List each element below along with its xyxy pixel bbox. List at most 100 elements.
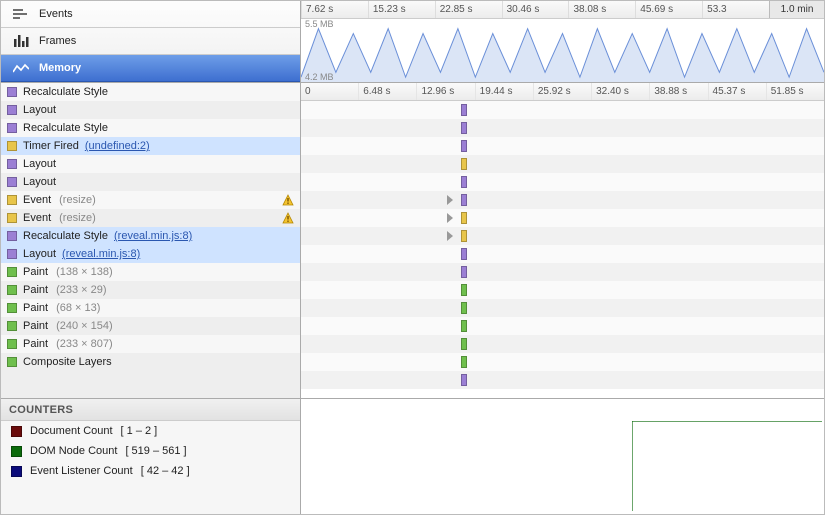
record-row[interactable]: Recalculate Style (reveal.min.js:8) [1,227,300,245]
counter-event-listeners[interactable]: Event Listener Count [ 42 – 42 ] [1,461,300,481]
record-swatch-icon [7,105,17,115]
counter-range: [ 42 – 42 ] [141,465,190,477]
record-row[interactable]: Event (resize) [1,209,300,227]
warning-icon [282,194,294,206]
record-label: Layout [23,248,56,260]
ov-tick: 22.85 s [435,1,502,18]
timeline-marker[interactable] [461,266,467,278]
nav-memory[interactable]: Memory [1,55,300,82]
tl-tick: 0 [301,83,358,100]
record-source-link[interactable]: (undefined:2) [85,140,150,152]
timeline-marker[interactable] [461,338,467,350]
record-label: Paint [23,338,48,350]
record-row[interactable]: Layout [1,155,300,173]
record-label: Paint [23,302,48,314]
ov-tick: 30.46 s [502,1,569,18]
memory-icon [13,62,29,74]
record-label: Paint [23,320,48,332]
nav-frames[interactable]: Frames [1,28,300,55]
bottom-pane: COUNTERS Document Count [ 1 – 2 ] DOM No… [1,399,824,514]
graph-line-icon [632,421,822,511]
counters-graph [301,399,824,514]
nav-events[interactable]: Events [1,1,300,28]
record-row[interactable]: Recalculate Style [1,83,300,101]
timeline-row [301,173,824,191]
timeline-marker[interactable] [461,374,467,386]
timeline-row [301,137,824,155]
timeline-row [301,155,824,173]
timeline-marker[interactable] [461,158,467,170]
timeline-marker[interactable] [461,248,467,260]
record-swatch-icon [7,357,17,367]
record-row[interactable]: Paint (233 × 29) [1,281,300,299]
timeline-marker[interactable] [461,104,467,116]
record-row[interactable]: Event (resize) [1,191,300,209]
record-row[interactable]: Layout (reveal.min.js:8) [1,245,300,263]
record-row[interactable]: Paint (138 × 138) [1,263,300,281]
timeline-marker[interactable] [461,320,467,332]
record-source-link[interactable]: (reveal.min.js:8) [62,248,140,260]
timeline-ruler: 0 6.48 s 12.96 s 19.44 s 25.92 s 32.40 s… [301,83,824,101]
expand-icon[interactable] [447,231,453,241]
records-list[interactable]: Recalculate StyleLayoutRecalculate Style… [1,83,301,398]
frames-icon [13,35,29,47]
timeline-row [301,101,824,119]
memory-sparkline: 5.5 MB 4.2 MB [301,19,824,82]
timeline-marker[interactable] [461,356,467,368]
record-row[interactable]: Layout [1,101,300,119]
ov-tick: 53.3 [702,1,769,18]
counters-heading: COUNTERS [1,399,300,421]
record-row[interactable]: Paint (68 × 13) [1,299,300,317]
record-sub: (68 × 13) [56,302,100,314]
record-row[interactable]: Recalculate Style [1,119,300,137]
record-swatch-icon [7,231,17,241]
timeline-pane[interactable]: 0 6.48 s 12.96 s 19.44 s 25.92 s 32.40 s… [301,83,824,398]
timeline-row [301,191,824,209]
record-label: Recalculate Style [23,122,108,134]
timeline-marker[interactable] [461,284,467,296]
record-row[interactable]: Timer Fired (undefined:2) [1,137,300,155]
record-row[interactable]: Paint (240 × 154) [1,317,300,335]
record-row[interactable]: Composite Layers [1,353,300,371]
swatch-icon [11,466,22,477]
record-sub: (resize) [59,212,96,224]
counter-dom-nodes[interactable]: DOM Node Count [ 519 – 561 ] [1,441,300,461]
timeline-marker[interactable] [461,230,467,242]
nav-events-label: Events [39,8,73,20]
record-swatch-icon [7,321,17,331]
expand-icon[interactable] [447,195,453,205]
middle-pane: Recalculate StyleLayoutRecalculate Style… [1,83,824,399]
overview-ruler: 7.62 s 15.23 s 22.85 s 30.46 s 38.08 s 4… [301,1,824,19]
counters-panel: COUNTERS Document Count [ 1 – 2 ] DOM No… [1,399,301,514]
overview-pane[interactable]: 7.62 s 15.23 s 22.85 s 30.46 s 38.08 s 4… [301,1,824,82]
view-switcher: Events Frames Memory [1,1,301,82]
record-row[interactable]: Layout [1,173,300,191]
spark-max-label: 5.5 MB [305,19,334,29]
timeline-row [301,353,824,371]
record-row[interactable]: Paint (233 × 807) [1,335,300,353]
counter-label: DOM Node Count [30,445,117,457]
nav-frames-label: Frames [39,35,76,47]
record-swatch-icon [7,213,17,223]
timeline-marker[interactable] [461,212,467,224]
timeline-marker[interactable] [461,194,467,206]
timeline-marker[interactable] [461,176,467,188]
expand-icon[interactable] [447,213,453,223]
record-source-link[interactable]: (reveal.min.js:8) [114,230,192,242]
timeline-body [301,101,824,398]
record-swatch-icon [7,159,17,169]
record-swatch-icon [7,267,17,277]
record-label: Event [23,212,51,224]
tl-tick: 32.40 s [591,83,649,100]
timeline-marker[interactable] [461,122,467,134]
tl-tick: 45.37 s [708,83,766,100]
tl-tick: 12.96 s [416,83,474,100]
record-label: Event [23,194,51,206]
timeline-marker[interactable] [461,140,467,152]
record-swatch-icon [7,177,17,187]
timeline-row [301,299,824,317]
record-label: Composite Layers [23,356,112,368]
counter-document[interactable]: Document Count [ 1 – 2 ] [1,421,300,441]
timeline-marker[interactable] [461,302,467,314]
tl-tick: 51.85 s [766,83,824,100]
